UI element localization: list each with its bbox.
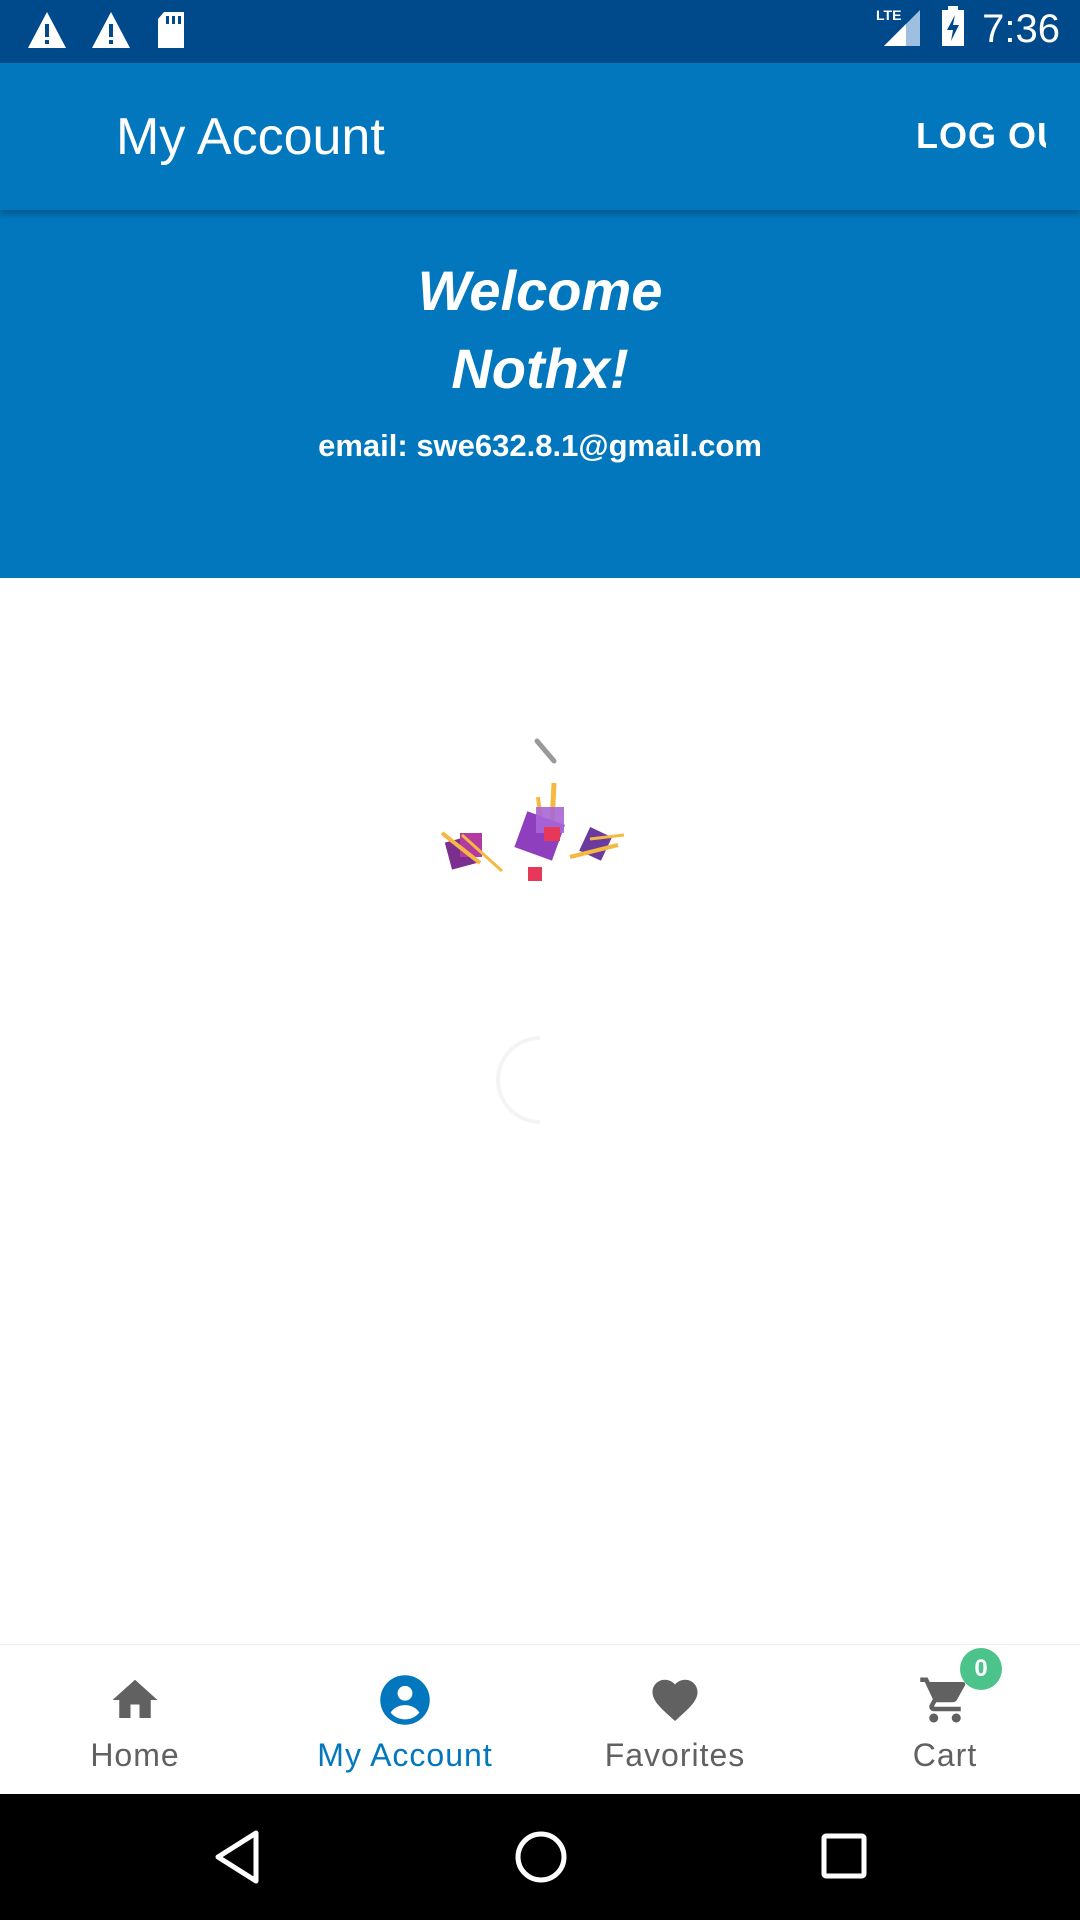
- loading-animation: [440, 735, 630, 890]
- user-email: email: swe632.8.1@gmail.com: [318, 428, 762, 463]
- nav-label-cart: Cart: [912, 1737, 978, 1773]
- bottom-nav: Home My Account Favorites Cart: [0, 1644, 1080, 1795]
- warning-icon: [90, 10, 132, 55]
- status-time: 7:36: [982, 7, 1060, 51]
- logout-button[interactable]: LOG OUT: [916, 115, 1046, 157]
- welcome-greeting: Welcome: [417, 259, 663, 322]
- welcome-panel: Welcome Nothx! email: swe632.8.1@gmail.c…: [0, 210, 1080, 578]
- warning-icon: [26, 10, 68, 55]
- home-circle-icon[interactable]: [513, 1829, 569, 1890]
- status-bar: LTE 7:36: [0, 0, 1080, 63]
- loading-spinner: [490, 1030, 590, 1135]
- home-icon: [108, 1673, 162, 1727]
- page-title: My Account: [116, 108, 385, 166]
- nav-label-favorites: Favorites: [604, 1737, 746, 1773]
- welcome-user-name: Nothx!: [451, 337, 629, 400]
- nav-item-cart[interactable]: Cart: [810, 1645, 1080, 1795]
- battery-charging-icon: [940, 6, 966, 53]
- app-bar: My Account LOG OUT: [0, 63, 1080, 210]
- nav-item-favorites[interactable]: Favorites: [540, 1645, 810, 1795]
- account-circle-icon: [378, 1673, 432, 1727]
- lte-signal-icon: LTE: [876, 6, 924, 53]
- cart-badge: 0: [960, 1648, 1002, 1690]
- heart-icon: [648, 1673, 702, 1727]
- nav-label-home: Home: [90, 1737, 180, 1773]
- nav-item-my-account[interactable]: My Account: [270, 1645, 540, 1795]
- nav-label-my-account: My Account: [317, 1737, 493, 1773]
- sd-card-icon: [154, 10, 188, 55]
- svg-text:LTE: LTE: [876, 7, 901, 23]
- recents-icon[interactable]: [820, 1832, 868, 1885]
- back-icon[interactable]: [212, 1829, 262, 1890]
- nav-item-home[interactable]: Home: [0, 1645, 270, 1795]
- system-nav-bar: [0, 1794, 1080, 1920]
